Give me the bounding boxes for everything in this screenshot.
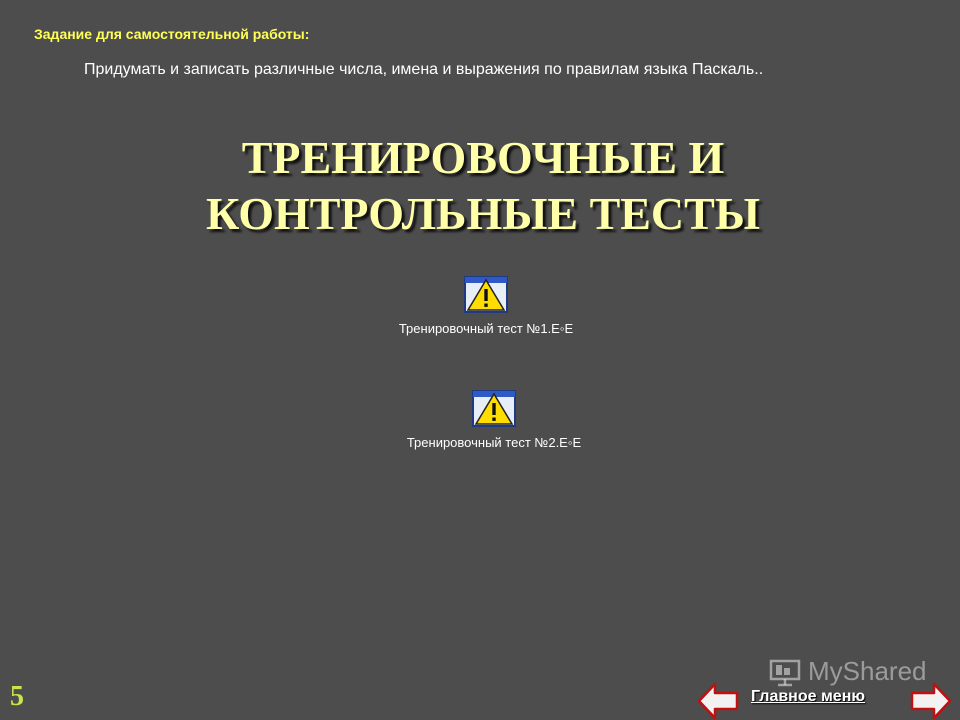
page-title: ТРЕНИРОВОЧНЫЕ И КОНТРОЛЬНЫЕ ТЕСТЫ	[0, 130, 960, 242]
main-menu-link[interactable]: Главное меню	[751, 688, 865, 706]
test-link-1[interactable]: Тренировочный тест №1.Е◦Е	[380, 274, 592, 336]
presentation-icon	[769, 659, 801, 687]
prev-arrow-icon[interactable]	[697, 682, 739, 720]
watermark-text: MyShared	[808, 655, 927, 686]
slide-number: 5	[10, 681, 24, 712]
warning-icon	[464, 276, 508, 313]
title-line-1: ТРЕНИРОВОЧНЫЕ И	[241, 132, 725, 183]
task-text: Придумать и записать различные числа, им…	[84, 61, 764, 78]
watermark: MyShared	[768, 654, 927, 688]
warning-icon	[472, 390, 516, 427]
test-label-1: Тренировочный тест №1.Е◦Е	[398, 321, 574, 336]
slide: Задание для самостоятельной работы: Прид…	[0, 0, 960, 720]
test-label-2: Тренировочный тест №2.Е◦Е	[406, 435, 582, 450]
next-arrow-icon[interactable]	[910, 682, 952, 720]
test-link-2[interactable]: Тренировочный тест №2.Е◦Е	[388, 388, 600, 450]
task-heading: Задание для самостоятельной работы:	[34, 26, 310, 42]
title-line-2: КОНТРОЛЬНЫЕ ТЕСТЫ	[205, 188, 761, 239]
